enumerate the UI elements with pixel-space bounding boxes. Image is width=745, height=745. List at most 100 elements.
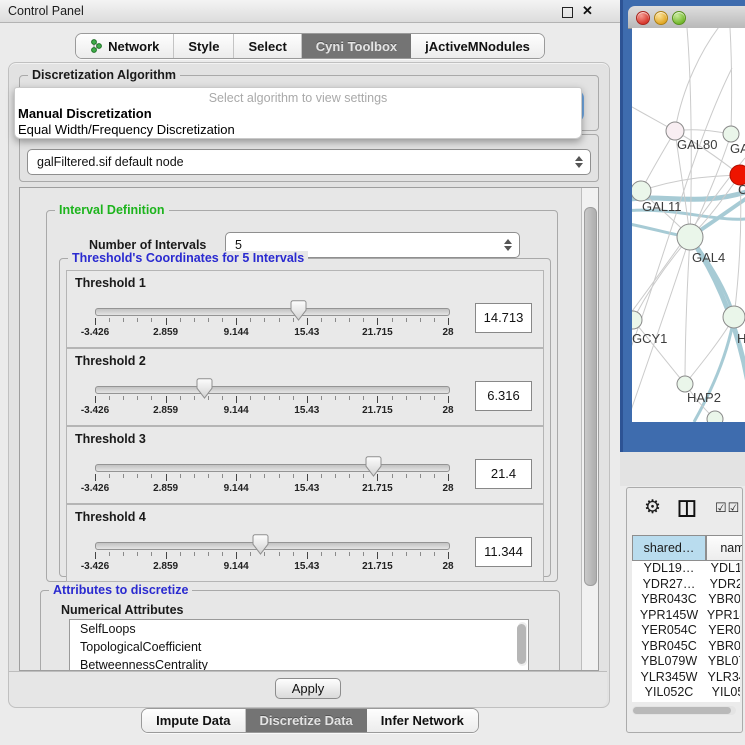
threshold-value-field[interactable]: 6.316 — [475, 381, 532, 411]
combo-arrows-icon — [501, 239, 515, 251]
slider-tick — [335, 396, 336, 400]
slider-tick-label: 28 — [420, 483, 476, 494]
threshold-value-field[interactable]: 11.344 — [475, 537, 532, 567]
tab-cyni-toolbox[interactable]: Cyni Toolbox — [301, 34, 411, 58]
slider-tick — [321, 474, 322, 478]
table-row[interactable]: YPR145WYPR145W — [632, 608, 740, 624]
horizontal-scrollbar[interactable] — [632, 706, 736, 715]
slider-tick-label: -3.426 — [67, 561, 123, 572]
slider-track[interactable] — [95, 542, 450, 550]
node-label-gal11: GAL11 — [642, 199, 682, 214]
network-node-node-top-right[interactable] — [723, 126, 739, 142]
network-edge — [694, 317, 734, 422]
table-row[interactable]: YDR27…YDR27… — [632, 577, 740, 593]
slider-tick — [208, 318, 209, 322]
threshold-value-field[interactable]: 21.4 — [475, 459, 532, 489]
slider-tick-label: 21.715 — [349, 561, 405, 572]
attribute-item-betweennesscentrality[interactable]: BetweennessCentrality — [70, 656, 528, 671]
slider-tick — [448, 396, 449, 403]
split-panel-icon[interactable]: ◫ — [677, 495, 697, 520]
network-node-node-right-mid[interactable] — [723, 306, 745, 328]
tab-select[interactable]: Select — [233, 34, 300, 58]
slider-tick — [264, 474, 265, 478]
numerical-attributes-list[interactable]: SelfLoopsTopologicalCoefficientBetweenne… — [69, 619, 529, 671]
tab-infer-network[interactable]: Infer Network — [367, 709, 478, 732]
tab-style[interactable]: Style — [173, 34, 233, 58]
tab-impute-data[interactable]: Impute Data — [142, 709, 244, 732]
table-data-combo[interactable]: galFiltered.sif default node — [27, 149, 591, 175]
attribute-item-topologicalcoefficient[interactable]: TopologicalCoefficient — [70, 638, 528, 656]
slider-tick — [434, 552, 435, 556]
slider-tick — [95, 396, 96, 403]
table-row[interactable]: YDL19…YDL19… — [632, 561, 740, 577]
slider-tick — [349, 552, 350, 556]
slider-tick — [109, 396, 110, 400]
network-node-gal4[interactable] — [677, 224, 703, 250]
algorithm-option-equal-width-frequency-discretization[interactable]: Equal Width/Frequency Discretization — [15, 122, 581, 138]
algorithm-option-manual-discretization[interactable]: Manual Discretization — [15, 106, 581, 122]
tab-jactivemnodules[interactable]: jActiveMNodules — [411, 34, 544, 58]
table-panel-header: Table Panel — [620, 452, 745, 486]
bottom-tab-bar: Impute DataDiscretize DataInfer Network — [0, 708, 620, 733]
attribute-item-selfloops[interactable]: SelfLoops — [70, 620, 528, 638]
threshold-label: Threshold 1 — [75, 276, 146, 290]
slider-tick-label: 21.715 — [349, 327, 405, 338]
table-row[interactable]: YBR043CYBR043C — [632, 592, 740, 608]
slider-tick — [293, 552, 294, 556]
horizontal-scrollbar-thumb[interactable] — [633, 707, 731, 714]
vertical-scrollbar[interactable] — [581, 188, 598, 670]
slider-track[interactable] — [95, 308, 450, 316]
numerical-attributes-label: Numerical Attributes — [61, 603, 183, 617]
table-cell: YLR345W — [632, 670, 706, 686]
combo-arrows-icon — [572, 156, 586, 168]
tab-discretize-data[interactable]: Discretize Data — [245, 709, 367, 732]
zoom-traffic-light[interactable] — [672, 11, 686, 25]
vertical-scrollbar-thumb[interactable] — [584, 207, 597, 586]
network-window-titlebar[interactable] — [628, 6, 745, 29]
close-traffic-light[interactable] — [636, 11, 650, 25]
gear-icon[interactable]: ⚙ — [644, 496, 661, 519]
slider-handle[interactable] — [365, 456, 382, 477]
table-row[interactable]: YER054CYER054C — [632, 623, 740, 639]
list-scrollbar[interactable] — [518, 622, 527, 666]
panel-footer: Apply — [9, 671, 607, 707]
slider-tick — [406, 396, 407, 400]
screenshot-root: Control Panel ✕ NetworkStyleSelectCyni T… — [0, 0, 745, 745]
column-header-name[interactable]: name — [706, 535, 743, 561]
table-row[interactable]: YBR045CYBR045C — [632, 639, 740, 655]
slider-track[interactable] — [95, 386, 450, 394]
network-node-gcy1[interactable] — [632, 311, 642, 329]
slider-handle[interactable] — [252, 534, 269, 555]
column-header-shared-[interactable]: shared… — [632, 535, 706, 561]
node-label-gal4: GAL4 — [692, 250, 725, 265]
network-view-canvas[interactable]: GAL80GACGAL11GAL4GCY1HHAP2 — [632, 28, 745, 422]
slider-handle[interactable] — [196, 378, 213, 399]
table-row[interactable]: YIL052CYIL052C — [632, 685, 740, 701]
select-columns-icon[interactable]: ☑☑ — [715, 500, 740, 516]
slider-handle[interactable] — [290, 300, 307, 321]
threshold-value-field[interactable]: 14.713 — [475, 303, 532, 333]
slider-tick — [137, 552, 138, 556]
table-cell: YBR045C — [706, 639, 740, 655]
slider-tick-label: 2.859 — [138, 561, 194, 572]
minimize-traffic-light[interactable] — [654, 11, 668, 25]
close-icon[interactable]: ✕ — [582, 3, 593, 19]
slider-tick — [264, 396, 265, 400]
float-window-icon[interactable] — [562, 7, 573, 18]
slider-tick-label: 2.859 — [138, 405, 194, 416]
slider-tick — [250, 318, 251, 322]
table-row[interactable]: YLR345WYLR345W — [632, 670, 740, 686]
tab-network[interactable]: Network — [76, 34, 173, 58]
slider-track[interactable] — [95, 464, 450, 472]
network-graph[interactable]: GAL80GACGAL11GAL4GCY1HHAP2 — [632, 28, 745, 422]
table-cell: YDR27… — [706, 577, 740, 593]
discretization-algorithm-title: Discretization Algorithm — [28, 68, 180, 82]
slider-tick — [208, 474, 209, 478]
network-node-gal11[interactable] — [632, 181, 651, 201]
slider-tick — [392, 474, 393, 478]
network-node-node-bottom[interactable] — [707, 411, 723, 422]
apply-button[interactable]: Apply — [275, 678, 342, 699]
slider-tick — [434, 474, 435, 478]
slider-tick — [406, 552, 407, 556]
table-row[interactable]: YBL079WYBL079W — [632, 654, 740, 670]
